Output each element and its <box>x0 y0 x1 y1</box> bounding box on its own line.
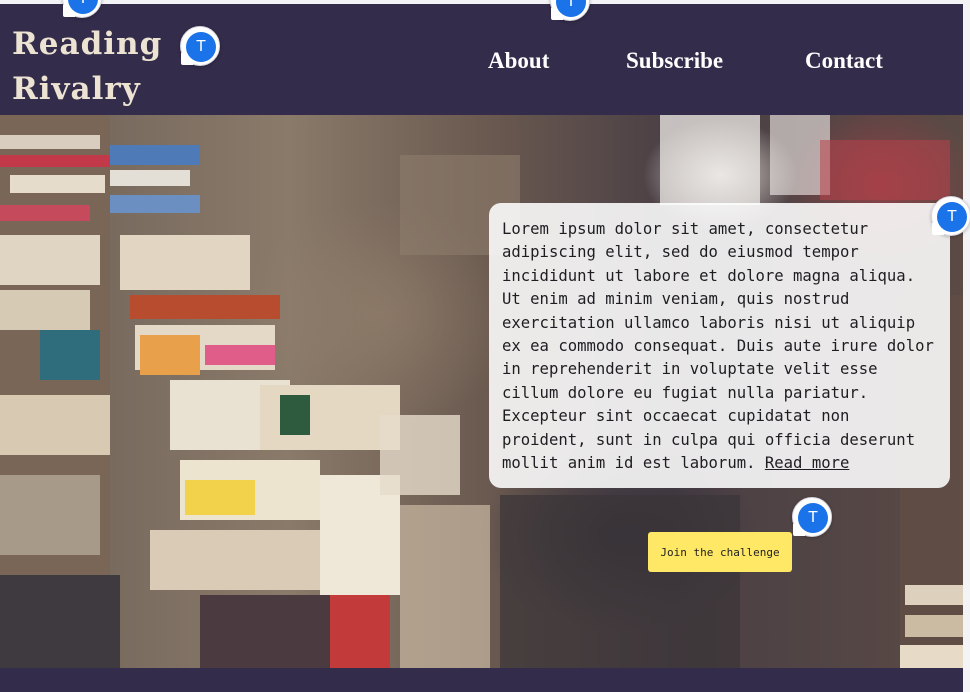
page: Reading Rivalry About Subscribe Contact <box>0 4 963 692</box>
translate-badge-icon[interactable]: T <box>180 26 220 66</box>
intro-text-card: Lorem ipsum dolor sit amet, consectetur … <box>489 203 950 488</box>
site-header: Reading Rivalry About Subscribe Contact <box>0 4 963 115</box>
join-challenge-button[interactable]: Join the challenge <box>648 532 792 572</box>
logo-line-1: Reading <box>12 26 163 62</box>
hero-section: Lorem ipsum dolor sit amet, consectetur … <box>0 115 963 668</box>
intro-paragraph: Lorem ipsum dolor sit amet, consectetur … <box>502 220 934 473</box>
footer-strip <box>0 668 963 692</box>
nav-about-link[interactable]: About <box>488 48 549 74</box>
nav-contact-link[interactable]: Contact <box>805 48 883 74</box>
nav-subscribe-link[interactable]: Subscribe <box>626 48 723 74</box>
badge-letter: T <box>556 0 586 17</box>
badge-letter: T <box>186 32 216 62</box>
logo-line-2: Rivalry <box>12 71 141 107</box>
badge-letter: T <box>937 202 967 232</box>
badge-letter: T <box>68 0 98 14</box>
translate-badge-icon[interactable]: T <box>931 196 970 236</box>
read-more-link[interactable]: Read more <box>765 454 850 472</box>
site-logo[interactable]: Reading Rivalry <box>12 22 162 112</box>
badge-letter: T <box>798 503 828 533</box>
translate-badge-icon[interactable]: T <box>792 497 832 537</box>
